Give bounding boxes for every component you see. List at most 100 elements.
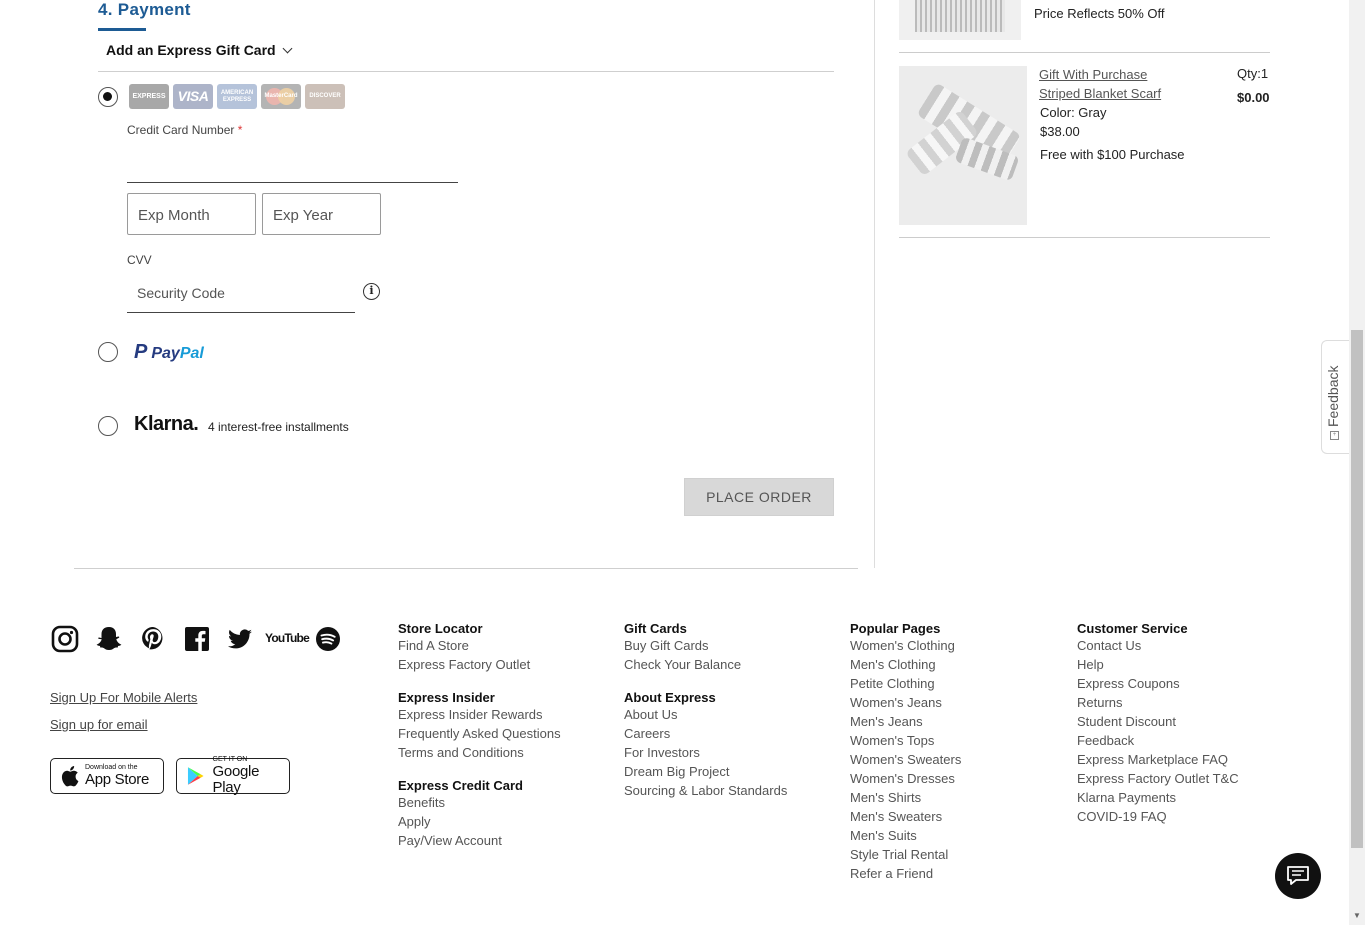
security-code-input[interactable]: Security Code bbox=[137, 285, 347, 301]
radio-paypal[interactable] bbox=[98, 342, 118, 362]
instagram-icon[interactable] bbox=[51, 625, 79, 653]
place-order-button[interactable]: PLACE ORDER bbox=[684, 478, 834, 516]
product-thumbnail[interactable] bbox=[899, 0, 1021, 40]
price-note: Price Reflects 50% Off bbox=[1034, 6, 1165, 21]
radio-klarna[interactable] bbox=[98, 416, 118, 436]
footer-link[interactable]: Men's Sweaters bbox=[850, 807, 961, 826]
visa-card-icon: VISA bbox=[173, 84, 213, 109]
footer-link[interactable]: Find A Store bbox=[398, 636, 561, 655]
footer-link[interactable]: Express Insider Rewards bbox=[398, 705, 561, 724]
snapchat-icon[interactable] bbox=[95, 625, 123, 653]
email-signup-link[interactable]: Sign up for email bbox=[50, 717, 148, 732]
footer-link[interactable]: Refer a Friend bbox=[850, 864, 961, 883]
express-card-icon: EXPRESS bbox=[129, 84, 169, 109]
gift-card-toggle-label: Add an Express Gift Card bbox=[106, 42, 276, 58]
footer-link[interactable]: Express Factory Outlet T&C bbox=[1077, 769, 1239, 788]
footer-link[interactable]: Buy Gift Cards bbox=[624, 636, 787, 655]
about-express-heading: About Express bbox=[624, 690, 716, 705]
cc-number-input[interactable] bbox=[127, 145, 458, 181]
credit-card-heading: Express Credit Card bbox=[398, 778, 523, 793]
exp-year-select[interactable]: Exp Year bbox=[262, 193, 381, 235]
store-locator-heading[interactable]: Store Locator bbox=[398, 621, 561, 636]
footer-link[interactable]: Careers bbox=[624, 724, 787, 743]
app-store-badge[interactable]: Download on the App Store bbox=[50, 758, 164, 794]
summary-divider bbox=[899, 237, 1270, 238]
apple-icon bbox=[61, 766, 79, 787]
product-color: Color: Gray bbox=[1040, 105, 1107, 120]
footer-link[interactable]: Men's Jeans bbox=[850, 712, 961, 731]
chevron-down-icon bbox=[282, 43, 293, 54]
mastercard-label: MasterCard bbox=[264, 93, 298, 99]
customer-service-heading: Customer Service bbox=[1077, 621, 1188, 636]
footer-link[interactable]: Style Trial Rental bbox=[850, 845, 961, 864]
footer-link[interactable]: Apply bbox=[398, 812, 561, 831]
google-play-badge[interactable]: GET IT ON Google Play bbox=[176, 756, 290, 796]
footer-link[interactable]: Frequently Asked Questions bbox=[398, 724, 561, 743]
footer-link[interactable]: Student Discount bbox=[1077, 712, 1239, 731]
exp-month-select[interactable]: Exp Month bbox=[127, 193, 256, 235]
youtube-icon[interactable]: YouTube bbox=[265, 625, 310, 653]
footer-link[interactable]: Women's Dresses bbox=[850, 769, 961, 788]
chat-button[interactable] bbox=[1275, 853, 1321, 899]
product-original-price: $38.00 bbox=[1040, 124, 1080, 139]
scrollbar-thumb[interactable] bbox=[1351, 330, 1363, 848]
footer-link[interactable]: Petite Clothing bbox=[850, 674, 961, 693]
footer-link[interactable]: Men's Suits bbox=[850, 826, 961, 845]
footer-link[interactable]: Returns bbox=[1077, 693, 1239, 712]
footer-link[interactable]: Benefits bbox=[398, 793, 561, 812]
footer-link[interactable]: For Investors bbox=[624, 743, 787, 762]
scroll-down-arrow[interactable]: ▼ bbox=[1351, 911, 1363, 923]
title-underline bbox=[98, 28, 146, 31]
footer-link[interactable]: Feedback bbox=[1077, 731, 1239, 750]
add-gift-card-toggle[interactable]: Add an Express Gift Card bbox=[106, 42, 293, 58]
spotify-icon[interactable] bbox=[314, 625, 342, 653]
footer-link[interactable]: Contact Us bbox=[1077, 636, 1239, 655]
youtube-label: YouTube bbox=[265, 631, 310, 645]
klarna-installments-text: 4 interest-free installments bbox=[208, 420, 349, 434]
cc-number-underline bbox=[127, 182, 458, 183]
footer-link[interactable]: Klarna Payments bbox=[1077, 788, 1239, 807]
cvv-label: CVV bbox=[127, 253, 152, 267]
feedback-tab[interactable]: + Feedback bbox=[1321, 340, 1349, 454]
paypal-logo: P PayPal bbox=[134, 341, 204, 363]
footer-link[interactable]: COVID-19 FAQ bbox=[1077, 807, 1239, 826]
line-total: $0.00 bbox=[1237, 90, 1270, 105]
footer-link[interactable]: Pay/View Account bbox=[398, 831, 561, 850]
radio-credit-card[interactable] bbox=[98, 87, 118, 107]
footer-link[interactable]: Express Coupons bbox=[1077, 674, 1239, 693]
twitter-icon[interactable] bbox=[226, 625, 254, 653]
footer-link[interactable]: Women's Clothing bbox=[850, 636, 961, 655]
discover-card-icon: DISCOVER bbox=[305, 84, 345, 109]
footer-column-2: Gift Cards Buy Gift Cards Check Your Bal… bbox=[624, 621, 787, 800]
gift-cards-heading: Gift Cards bbox=[624, 621, 687, 636]
footer-link[interactable]: Women's Sweaters bbox=[850, 750, 961, 769]
info-icon[interactable]: i bbox=[363, 283, 380, 300]
column-divider bbox=[874, 0, 875, 568]
cc-number-label: Credit Card Number * bbox=[127, 123, 243, 137]
footer-column-1: Store Locator Find A Store Express Facto… bbox=[398, 621, 561, 850]
footer-link[interactable]: Help bbox=[1077, 655, 1239, 674]
mobile-alerts-link[interactable]: Sign Up For Mobile Alerts bbox=[50, 690, 197, 705]
footer-link[interactable]: Women's Jeans bbox=[850, 693, 961, 712]
footer-link[interactable]: Men's Clothing bbox=[850, 655, 961, 674]
footer-link[interactable]: Women's Tops bbox=[850, 731, 961, 750]
footer-link[interactable]: Sourcing & Labor Standards bbox=[624, 781, 787, 800]
product-name-link[interactable]: Striped Blanket Scarf bbox=[1039, 86, 1161, 101]
footer-link[interactable]: Express Marketplace FAQ bbox=[1077, 750, 1239, 769]
footer-column-4: Customer Service Contact Us Help Express… bbox=[1077, 621, 1239, 826]
pinterest-icon[interactable] bbox=[139, 625, 167, 653]
footer-column-3: Popular Pages Women's Clothing Men's Clo… bbox=[850, 621, 961, 883]
footer-link[interactable]: Dream Big Project bbox=[624, 762, 787, 781]
footer-link[interactable]: Men's Shirts bbox=[850, 788, 961, 807]
facebook-icon[interactable] bbox=[183, 625, 211, 653]
footer-link[interactable]: Express Factory Outlet bbox=[398, 655, 561, 674]
divider bbox=[98, 71, 834, 72]
gift-with-purchase-link[interactable]: Gift With Purchase bbox=[1039, 67, 1147, 82]
popular-pages-heading: Popular Pages bbox=[850, 621, 941, 636]
google-play-big-text: Google Play bbox=[212, 763, 260, 796]
footer-link[interactable]: Terms and Conditions bbox=[398, 743, 561, 762]
scarf-thumbnail[interactable] bbox=[899, 66, 1027, 225]
footer-link[interactable]: Check Your Balance bbox=[624, 655, 787, 674]
paypal-p-icon: P bbox=[134, 341, 148, 363]
footer-link[interactable]: About Us bbox=[624, 705, 787, 724]
